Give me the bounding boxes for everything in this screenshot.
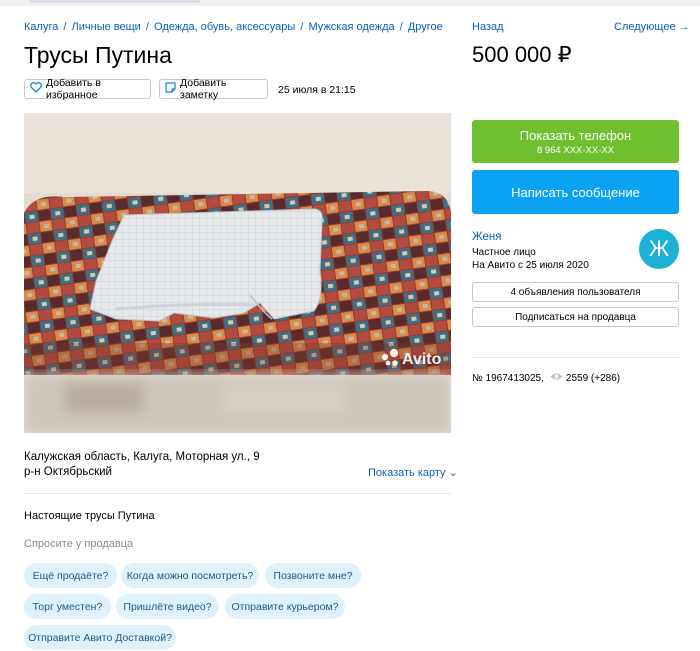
chip-call-me[interactable]: Позвоните мне? [265, 563, 361, 588]
breadcrumb-item-clothing[interactable]: Одежда, обувь, аксессуары [154, 21, 295, 33]
price: 500 000 ₽ [472, 42, 572, 67]
district: р-н Октябрьский [24, 466, 112, 478]
subscribe-seller-button[interactable]: Подписаться на продавца [472, 307, 679, 327]
seller-ads-button[interactable]: 4 объявления пользователя [472, 282, 679, 302]
svg-text:Avito: Avito [402, 351, 442, 368]
chip-avito-delivery[interactable]: Отправите Авито Доставкой? [24, 625, 176, 650]
seller-type: Частное лицо [472, 247, 536, 258]
breadcrumb: Калуга / Личные вещи / Одежда, обувь, ак… [24, 21, 443, 33]
posted-date: 25 июля в 21:15 [278, 84, 356, 96]
chip-still-selling[interactable]: Ещё продаёте? [24, 563, 117, 588]
page-title: Трусы Путина [24, 42, 172, 68]
show-phone-button[interactable]: Показать телефон 8 964 XXX-XX-XX [472, 120, 679, 163]
address: Калужская область, Калуга, Моторная ул.,… [24, 451, 260, 463]
description: Настоящие трусы Путина [24, 510, 155, 522]
views-count: 2559 (+286) [565, 372, 621, 384]
next-link[interactable]: Следующее → [614, 21, 690, 33]
chip-courier[interactable]: Отправите курьером? [225, 594, 345, 619]
add-to-favorites-button[interactable]: Добавить в избранное [24, 77, 151, 101]
add-note-button[interactable]: Добавить заметку [159, 77, 268, 101]
listing-stats: № 1967413025, 2559 (+286) [472, 372, 620, 384]
breadcrumb-item-personal[interactable]: Личные вещи [72, 21, 141, 33]
breadcrumb-item-other[interactable]: Другое [408, 21, 443, 33]
listing-id: № 1967413025, [472, 372, 544, 384]
seller-name[interactable]: Женя [472, 231, 501, 243]
phone-masked: 8 964 XXX-XX-XX [536, 144, 615, 156]
chip-send-video[interactable]: Пришлёте видео? [116, 594, 219, 619]
divider [24, 493, 451, 494]
eye-icon [544, 372, 566, 384]
show-map-link[interactable]: Показать карту ⌄ [368, 466, 458, 479]
seller-since: На Авито с 25 июля 2020 [472, 260, 589, 271]
heart-icon [30, 82, 46, 96]
note-icon [165, 82, 180, 96]
back-link[interactable]: Назад [472, 21, 504, 33]
chip-when-view[interactable]: Когда можно посмотреть? [121, 563, 259, 588]
add-note-label: Добавить заметку [180, 77, 227, 101]
show-phone-label: Показать телефон [519, 127, 632, 143]
write-message-button[interactable]: Написать сообщение [472, 170, 679, 214]
breadcrumb-item-kaluga[interactable]: Калуга [24, 21, 58, 33]
avatar[interactable]: Ж [639, 229, 679, 269]
listing-photo[interactable]: Avito [24, 113, 451, 433]
top-browser-strip [0, 0, 700, 6]
chip-bargain[interactable]: Торг уместен? [24, 594, 111, 619]
photo-image: Avito [24, 113, 451, 433]
add-to-favorites-label: Добавить в избранное [46, 77, 101, 101]
ask-seller-heading: Спросите у продавца [24, 538, 134, 550]
breadcrumb-item-mens[interactable]: Мужская одежда [309, 21, 395, 33]
divider [472, 357, 679, 358]
